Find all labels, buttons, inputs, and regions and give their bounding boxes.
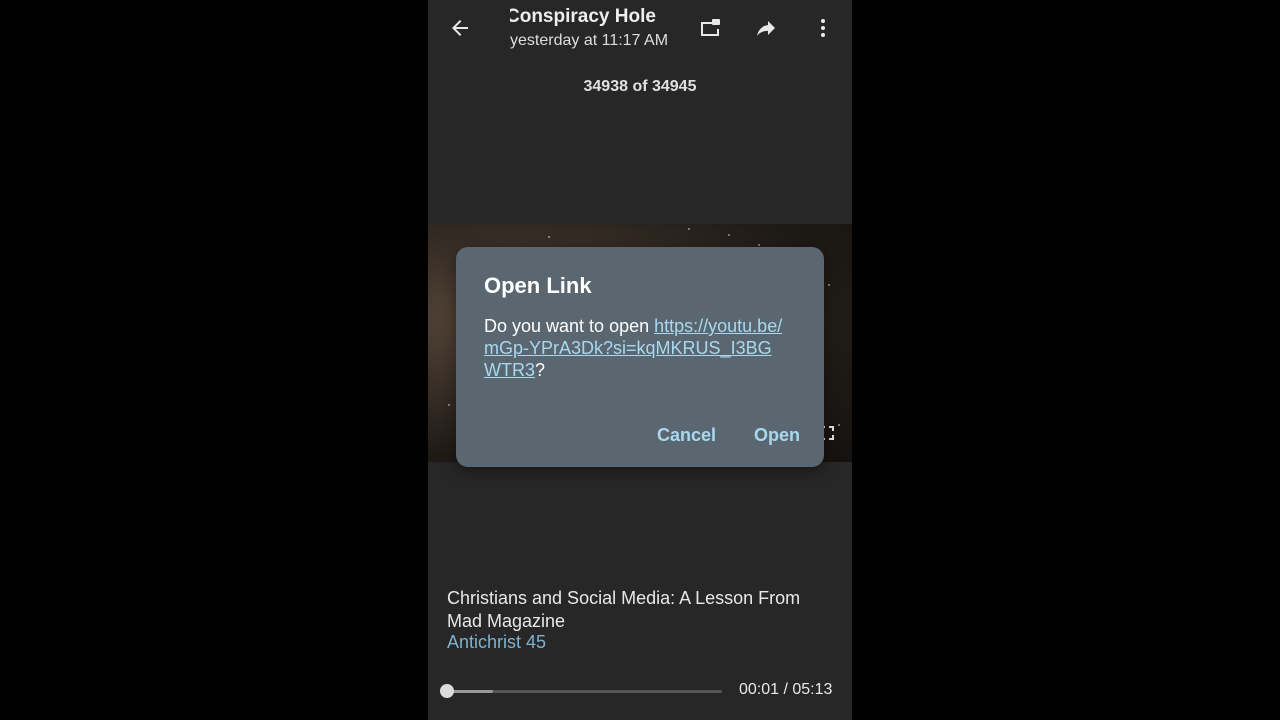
video-title: Christians and Social Media: A Lesson Fr… — [447, 588, 801, 631]
media-counter: 34938 of 34945 — [583, 78, 697, 95]
top-app-bar: Conspiracy Hole yesterday at 11:17 AM — [428, 0, 852, 60]
post-time: yesterday at 11:17 AM — [510, 32, 669, 49]
open-link-dialog: Open Link Do you want to open https://yo… — [456, 247, 824, 467]
seek-bar-thumb[interactable] — [439, 684, 454, 698]
media-viewer-screen: Conspiracy Hole yesterday at 11:17 AM 34… — [428, 0, 852, 720]
dialog-title: Open Link — [484, 273, 592, 298]
picture-in-picture-button[interactable] — [690, 8, 730, 48]
more-vert-icon — [821, 19, 825, 37]
dialog-prompt-text: Do you want to open — [484, 316, 655, 336]
playback-time: 00:01 / 05:13 — [739, 681, 833, 698]
video-author: Antichrist 45 — [447, 632, 547, 652]
seek-bar[interactable] — [439, 684, 722, 698]
chat-title-block: Conspiracy Hole yesterday at 11:17 AM — [510, 6, 680, 50]
open-button[interactable]: Open — [754, 425, 800, 446]
more-options-button[interactable] — [803, 8, 843, 48]
dialog-message: Do you want to open https://youtu.be/mGp… — [484, 315, 784, 381]
share-button[interactable] — [746, 8, 786, 48]
share-icon — [757, 21, 775, 36]
channel-title: Conspiracy Hole — [510, 6, 656, 27]
picture-in-picture-icon — [701, 19, 720, 36]
cancel-button[interactable]: Cancel — [657, 425, 716, 446]
back-button[interactable] — [440, 8, 480, 48]
back-arrow-icon — [452, 20, 468, 36]
dialog-question-mark: ? — [535, 360, 546, 380]
